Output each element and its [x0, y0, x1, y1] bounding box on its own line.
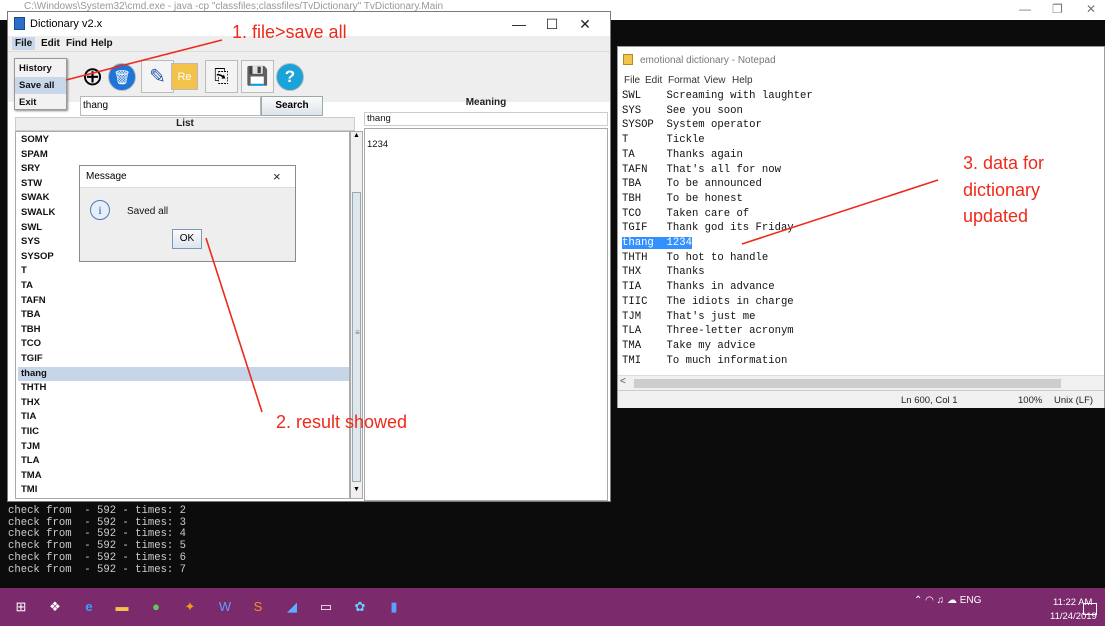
sublime-icon[interactable]: S [249, 598, 267, 616]
word-icon[interactable]: W [216, 598, 234, 616]
tray-icons[interactable]: ⌃ ◠ ♫ ☁ [914, 595, 960, 606]
cmd-icon[interactable]: ▭ [317, 598, 335, 616]
annotation-arrows [65, 39, 939, 413]
annotation-step3-line2: dictionary [963, 180, 1041, 200]
windows-start-icon[interactable]: ⊞ [12, 598, 30, 616]
annotation-step3-line3: updated [963, 206, 1029, 226]
arrow-to-dialog [205, 237, 263, 413]
app-icon-blue[interactable]: ◢ [283, 598, 301, 616]
annotation-step3-line1: 3. data for [963, 153, 1045, 173]
language-indicator[interactable]: ENG [960, 595, 982, 606]
app-icon-orange[interactable]: ✦ [181, 598, 199, 616]
notification-icon[interactable] [1083, 603, 1097, 615]
annotation-step2: 2. result showed [276, 412, 408, 432]
arrow-to-save-all [65, 39, 223, 81]
taskbar: ⊞ ❖ e ▬ ● ✦ W S ◢ ▭ ✿ ▮ [0, 588, 1105, 626]
task-view-icon[interactable]: ❖ [46, 598, 64, 616]
arrow-to-notepad [741, 179, 939, 245]
file-explorer-icon[interactable]: ▬ [113, 598, 131, 616]
system-tray[interactable]: ⌃ ◠ ♫ ☁ ENG [914, 595, 981, 606]
java-app-icon[interactable]: ▮ [385, 598, 403, 616]
annotation-step1: 1. file>save all [232, 22, 347, 42]
edge-icon[interactable]: e [80, 598, 98, 616]
chrome-icon[interactable]: ● [147, 598, 165, 616]
paint-icon[interactable]: ✿ [351, 598, 369, 616]
